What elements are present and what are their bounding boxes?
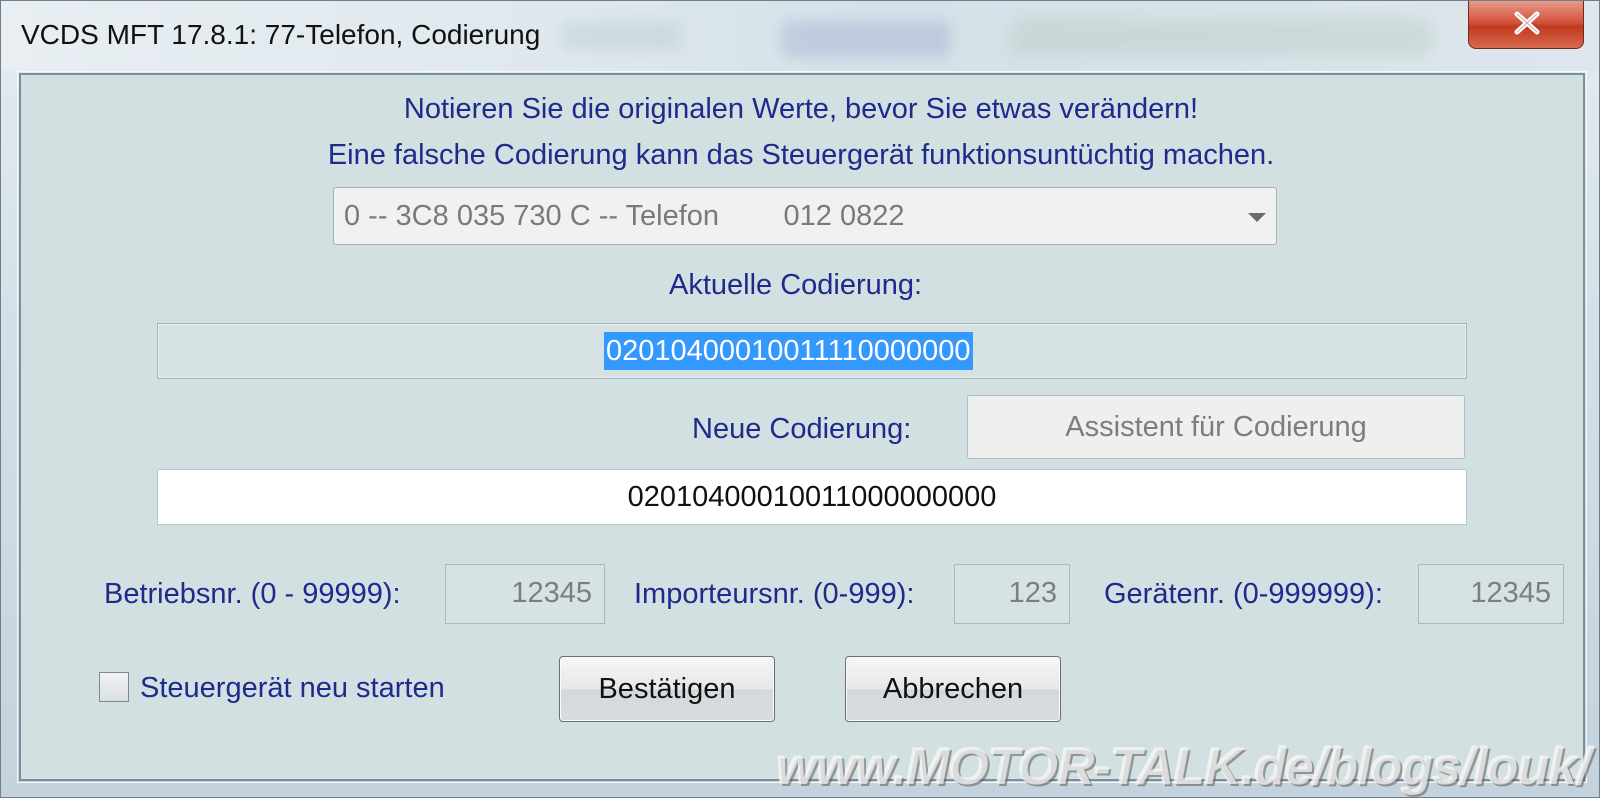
restart-checkbox[interactable]: [99, 672, 129, 702]
background-blur: [781, 21, 951, 57]
current-coding-value[interactable]: 02010400010011110000000: [604, 332, 973, 370]
current-coding-label: Aktuelle Codierung:: [669, 269, 923, 301]
close-button[interactable]: [1468, 1, 1584, 49]
watermark: www.MOTOR-TALK.de/blogs/louk/: [776, 738, 1591, 796]
warning-line-1: Notieren Sie die originalen Werte, bevor…: [403, 93, 1199, 125]
device-number-field[interactable]: 12345: [1418, 564, 1564, 624]
confirm-button[interactable]: Bestätigen: [559, 656, 775, 722]
importer-number-label: Importeursnr. (0-999):: [634, 578, 915, 610]
workshop-number-label: Betriebsnr. (0 - 99999):: [104, 578, 401, 610]
importer-number-field[interactable]: 123: [954, 564, 1070, 624]
background-blur: [1011, 19, 1431, 55]
module-select[interactable]: 0 -- 3C8 035 730 C -- Telefon 012 0822: [333, 187, 1277, 245]
module-select-value: 0 -- 3C8 035 730 C -- Telefon 012 0822: [344, 200, 905, 232]
chevron-down-icon[interactable]: [1248, 213, 1266, 222]
new-coding-input[interactable]: 02010400010011000000000: [157, 469, 1467, 525]
cancel-button[interactable]: Abbrechen: [845, 656, 1061, 722]
restart-label[interactable]: Steuergerät neu starten: [140, 672, 445, 705]
warning-line-2: Eine falsche Codierung kann das Steuerge…: [327, 139, 1275, 171]
dialog-window: VCDS MFT 17.8.1: 77-Telefon, Codierung N…: [0, 0, 1600, 798]
device-number-label: Gerätenr. (0-999999):: [1104, 578, 1383, 610]
coding-assistant-button[interactable]: Assistent für Codierung: [967, 395, 1465, 459]
current-coding-field[interactable]: 02010400010011110000000: [157, 323, 1467, 379]
background-blur: [561, 21, 681, 51]
close-icon: [1514, 11, 1540, 35]
workshop-number-field[interactable]: 12345: [445, 564, 605, 624]
new-coding-label: Neue Codierung:: [692, 413, 912, 445]
title-bar[interactable]: VCDS MFT 17.8.1: 77-Telefon, Codierung: [1, 1, 1599, 71]
window-title: VCDS MFT 17.8.1: 77-Telefon, Codierung: [21, 19, 541, 50]
